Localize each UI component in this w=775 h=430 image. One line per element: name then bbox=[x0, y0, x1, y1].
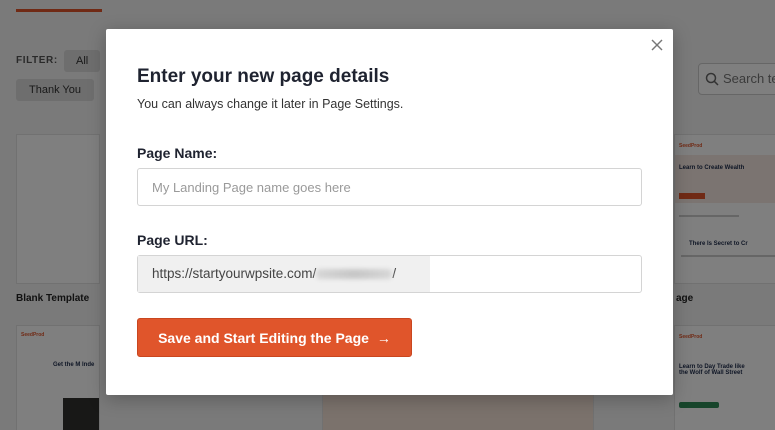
arrow-right-icon: → bbox=[376, 329, 391, 346]
save-and-start-editing-button[interactable]: Save and Start Editing the Page → bbox=[137, 318, 412, 357]
page-url-input[interactable]: https://startyourwpsite.com/ / bbox=[137, 255, 642, 293]
page-name-input[interactable] bbox=[137, 168, 642, 206]
page-url-domain: https://startyourwpsite.com/ bbox=[152, 266, 317, 281]
close-icon bbox=[651, 39, 663, 51]
close-button[interactable] bbox=[649, 37, 665, 53]
page-name-label: Page Name: bbox=[137, 145, 218, 161]
new-page-details-modal: Enter your new page details You can alwa… bbox=[106, 29, 673, 395]
page-url-suffix: / bbox=[392, 266, 397, 281]
blurred-slug bbox=[316, 269, 393, 280]
page-url-label: Page URL: bbox=[137, 232, 208, 248]
modal-title: Enter your new page details bbox=[137, 66, 390, 87]
page-url-prefix: https://startyourwpsite.com/ / bbox=[138, 256, 430, 292]
submit-label: Save and Start Editing the Page bbox=[158, 329, 369, 346]
modal-subtitle: You can always change it later in Page S… bbox=[137, 97, 404, 111]
